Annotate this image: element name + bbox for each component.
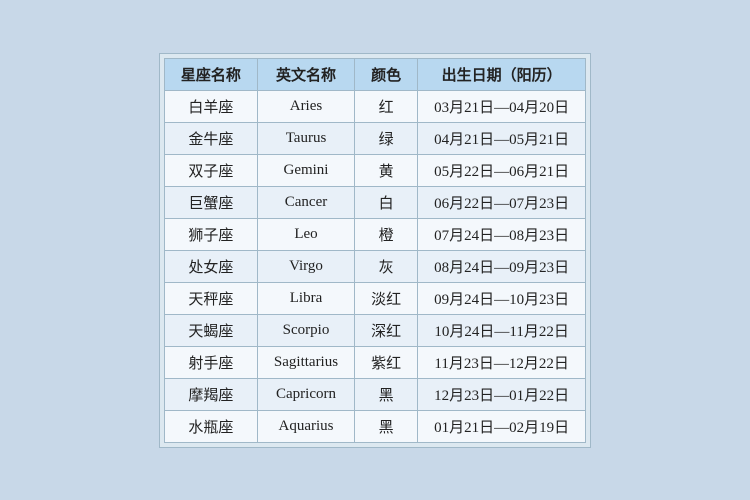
cell-color: 白 [355, 186, 418, 218]
cell-chinese-name: 狮子座 [164, 218, 257, 250]
cell-chinese-name: 天秤座 [164, 282, 257, 314]
cell-color: 绿 [355, 122, 418, 154]
cell-english-name: Aries [257, 90, 354, 122]
cell-color: 淡红 [355, 282, 418, 314]
cell-english-name: Gemini [257, 154, 354, 186]
table-row: 水瓶座Aquarius黑01月21日—02月19日 [164, 410, 585, 442]
header-dates: 出生日期（阳历） [418, 58, 586, 90]
cell-color: 紫红 [355, 346, 418, 378]
cell-dates: 07月24日—08月23日 [418, 218, 586, 250]
cell-english-name: Capricorn [257, 378, 354, 410]
cell-dates: 05月22日—06月21日 [418, 154, 586, 186]
cell-chinese-name: 水瓶座 [164, 410, 257, 442]
table-row: 摩羯座Capricorn黑12月23日—01月22日 [164, 378, 585, 410]
table-row: 狮子座Leo橙07月24日—08月23日 [164, 218, 585, 250]
cell-color: 橙 [355, 218, 418, 250]
cell-dates: 01月21日—02月19日 [418, 410, 586, 442]
table-row: 双子座Gemini黄05月22日—06月21日 [164, 154, 585, 186]
cell-english-name: Leo [257, 218, 354, 250]
table-row: 天秤座Libra淡红09月24日—10月23日 [164, 282, 585, 314]
cell-dates: 08月24日—09月23日 [418, 250, 586, 282]
cell-english-name: Virgo [257, 250, 354, 282]
cell-chinese-name: 天蝎座 [164, 314, 257, 346]
cell-english-name: Taurus [257, 122, 354, 154]
cell-color: 黄 [355, 154, 418, 186]
table-row: 天蝎座Scorpio深红10月24日—11月22日 [164, 314, 585, 346]
cell-color: 黑 [355, 410, 418, 442]
cell-dates: 12月23日—01月22日 [418, 378, 586, 410]
cell-dates: 10月24日—11月22日 [418, 314, 586, 346]
table-row: 白羊座Aries红03月21日—04月20日 [164, 90, 585, 122]
cell-english-name: Aquarius [257, 410, 354, 442]
cell-color: 灰 [355, 250, 418, 282]
cell-dates: 09月24日—10月23日 [418, 282, 586, 314]
cell-dates: 06月22日—07月23日 [418, 186, 586, 218]
cell-chinese-name: 处女座 [164, 250, 257, 282]
table-row: 射手座Sagittarius紫红11月23日—12月22日 [164, 346, 585, 378]
cell-english-name: Sagittarius [257, 346, 354, 378]
header-color: 颜色 [355, 58, 418, 90]
cell-chinese-name: 白羊座 [164, 90, 257, 122]
cell-color: 红 [355, 90, 418, 122]
cell-english-name: Cancer [257, 186, 354, 218]
table-row: 巨蟹座Cancer白06月22日—07月23日 [164, 186, 585, 218]
header-chinese-name: 星座名称 [164, 58, 257, 90]
table-row: 处女座Virgo灰08月24日—09月23日 [164, 250, 585, 282]
zodiac-table: 星座名称 英文名称 颜色 出生日期（阳历） 白羊座Aries红03月21日—04… [164, 58, 586, 443]
cell-chinese-name: 摩羯座 [164, 378, 257, 410]
header-english-name: 英文名称 [257, 58, 354, 90]
table-row: 金牛座Taurus绿04月21日—05月21日 [164, 122, 585, 154]
cell-chinese-name: 金牛座 [164, 122, 257, 154]
zodiac-table-container: 星座名称 英文名称 颜色 出生日期（阳历） 白羊座Aries红03月21日—04… [159, 53, 591, 448]
table-header-row: 星座名称 英文名称 颜色 出生日期（阳历） [164, 58, 585, 90]
cell-english-name: Libra [257, 282, 354, 314]
cell-english-name: Scorpio [257, 314, 354, 346]
cell-chinese-name: 射手座 [164, 346, 257, 378]
table-body: 白羊座Aries红03月21日—04月20日金牛座Taurus绿04月21日—0… [164, 90, 585, 442]
cell-dates: 03月21日—04月20日 [418, 90, 586, 122]
cell-dates: 04月21日—05月21日 [418, 122, 586, 154]
cell-color: 深红 [355, 314, 418, 346]
cell-dates: 11月23日—12月22日 [418, 346, 586, 378]
cell-chinese-name: 双子座 [164, 154, 257, 186]
cell-color: 黑 [355, 378, 418, 410]
cell-chinese-name: 巨蟹座 [164, 186, 257, 218]
